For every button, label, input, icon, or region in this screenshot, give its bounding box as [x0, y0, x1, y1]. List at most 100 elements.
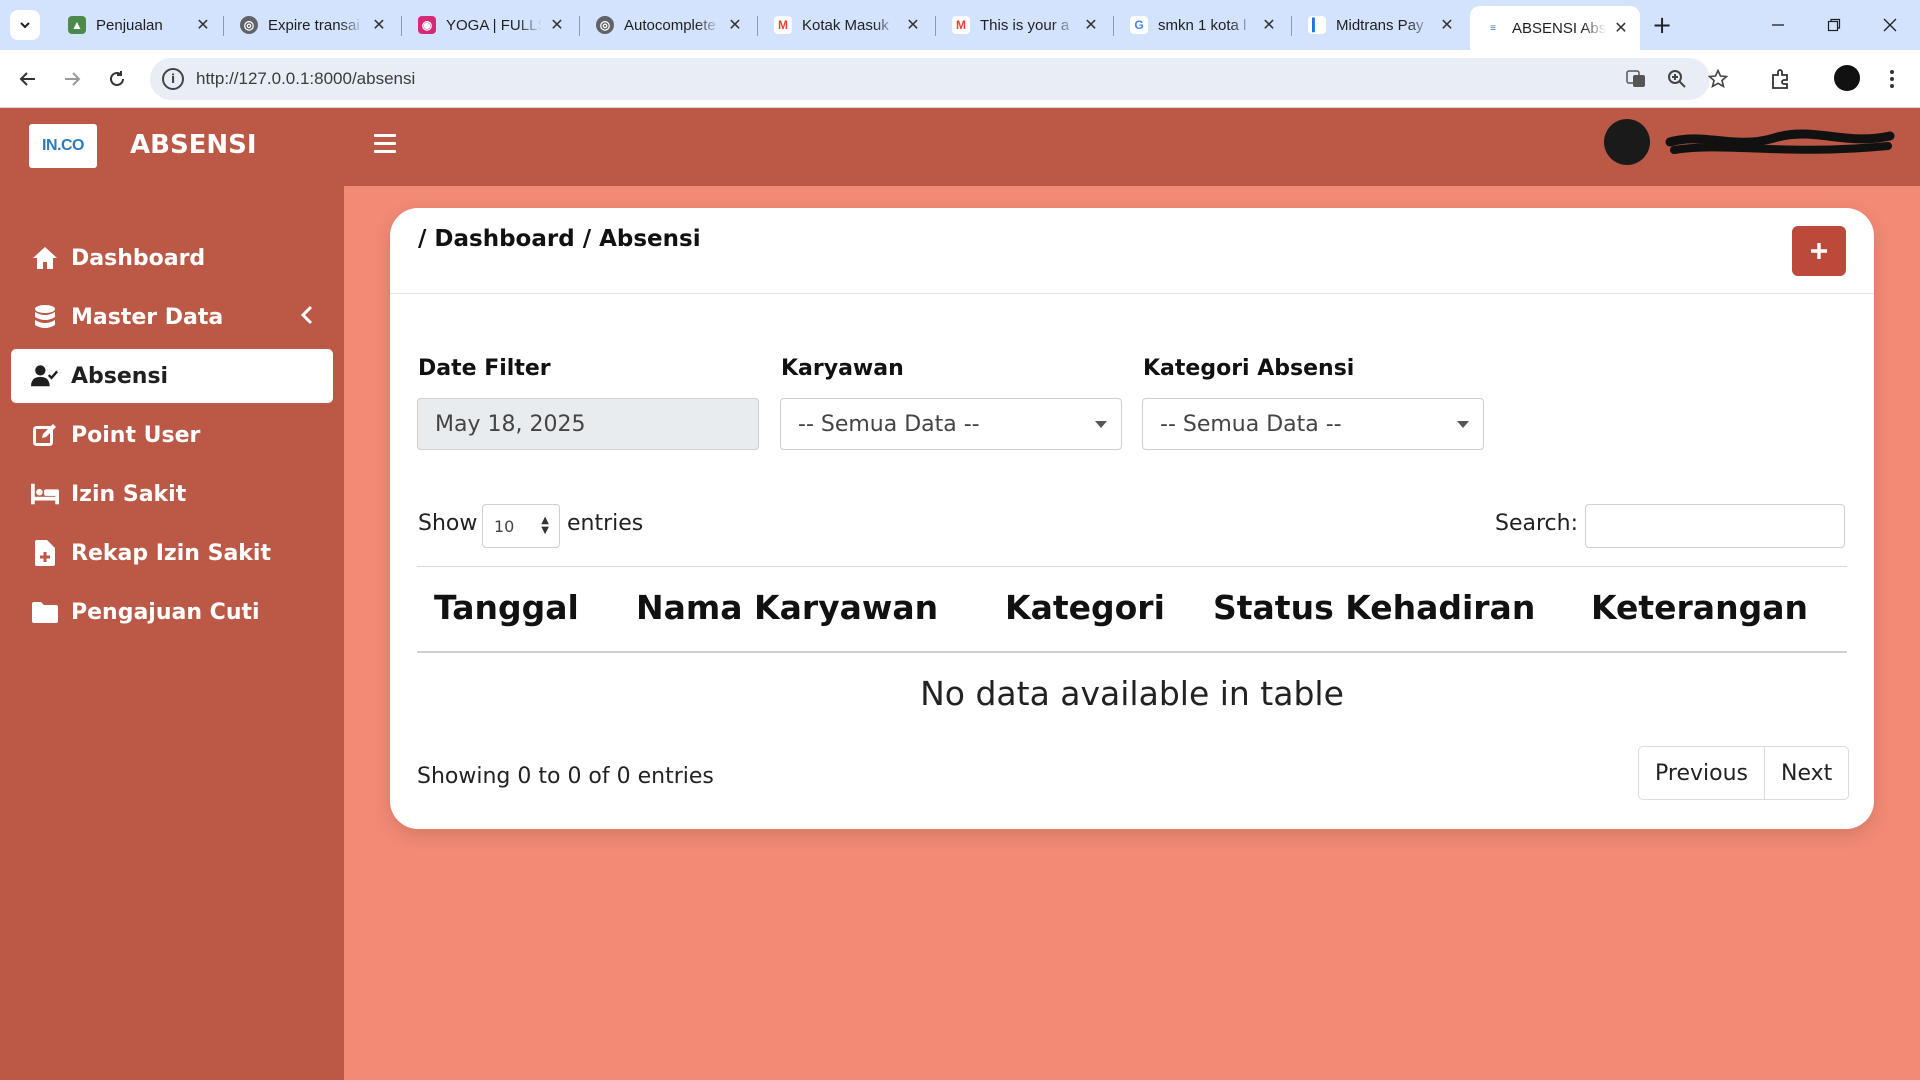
add-absensi-button[interactable]: [1792, 226, 1846, 276]
plus-icon: [1811, 243, 1827, 259]
sidebar-item-label: Point User: [71, 422, 201, 448]
show-label: Show: [418, 511, 478, 536]
next-page-button[interactable]: Next: [1763, 747, 1848, 799]
close-icon[interactable]: ✕: [1082, 15, 1100, 35]
close-window-button[interactable]: [1870, 8, 1910, 42]
browser-tab[interactable]: ▎ Midtrans Pay ✕: [1294, 6, 1466, 44]
hamburger-menu-icon[interactable]: [374, 134, 396, 156]
tab-title: Midtrans Pay: [1336, 16, 1424, 34]
user-avatar[interactable]: [1604, 119, 1650, 165]
close-icon[interactable]: ✕: [1438, 15, 1456, 35]
home-icon: [31, 244, 59, 272]
browser-tab[interactable]: M This is your a ✕: [938, 6, 1110, 44]
app-favicon-icon: ≡: [1484, 19, 1502, 37]
sidebar-item-master-data[interactable]: Master Data: [11, 290, 333, 344]
browser-tab[interactable]: ◎ Autocomplete ✕: [582, 6, 754, 44]
tab-separator: [935, 16, 936, 36]
bookmark-star-icon[interactable]: [1706, 67, 1730, 91]
arrow-left-icon: [19, 72, 35, 86]
sidebar: IN.CO ABSENSI Dashboard Master Data Abse…: [0, 108, 344, 1080]
browser-tab[interactable]: M Kotak Masuk ✕: [760, 6, 932, 44]
close-icon[interactable]: ✕: [548, 15, 566, 35]
sidebar-item-izin-sakit[interactable]: Izin Sakit: [11, 467, 333, 521]
globe-favicon-icon: ◎: [240, 16, 258, 34]
previous-page-button[interactable]: Previous: [1639, 747, 1764, 799]
karyawan-select[interactable]: -- Semua Data --: [780, 398, 1122, 450]
zoom-icon[interactable]: [1665, 67, 1689, 91]
edit-icon: [31, 421, 59, 449]
sidebar-item-dashboard[interactable]: Dashboard: [11, 231, 333, 285]
redacted-user-name[interactable]: [1664, 128, 1896, 158]
browser-tab[interactable]: ◎ Expire transai ✕: [226, 6, 398, 44]
browser-profile-avatar[interactable]: [1834, 65, 1860, 91]
browser-toolbar: i http://127.0.0.1:8000/absensi: [0, 50, 1920, 108]
breadcrumb-absensi: Absensi: [599, 226, 701, 252]
sidebar-item-point-user[interactable]: Point User: [11, 408, 333, 462]
url-text[interactable]: http://127.0.0.1:8000/absensi: [196, 69, 415, 89]
sidebar-item-label: Rekap Izin Sakit: [71, 540, 271, 566]
close-icon[interactable]: ✕: [1260, 15, 1278, 35]
sidebar-item-pengajuan-cuti[interactable]: Pengajuan Cuti: [11, 585, 333, 639]
gmail-favicon-icon: M: [774, 16, 792, 34]
kategori-select-value: -- Semua Data --: [1160, 411, 1342, 437]
column-header-kategori[interactable]: Kategori: [1005, 588, 1165, 627]
date-filter-label: Date Filter: [418, 356, 551, 381]
arrow-right-icon: [65, 72, 81, 86]
kategori-absensi-select[interactable]: -- Semua Data --: [1142, 398, 1484, 450]
breadcrumb-separator: /: [582, 226, 592, 252]
minimize-button[interactable]: [1758, 8, 1798, 42]
tab-separator: [1291, 16, 1292, 36]
browser-tab[interactable]: ▲ Penjualan ✕: [54, 6, 222, 44]
sidebar-item-label: Pengajuan Cuti: [71, 599, 260, 625]
table-top-border: [417, 566, 1847, 567]
restore-button[interactable]: [1814, 8, 1854, 42]
extensions-icon[interactable]: [1765, 63, 1797, 95]
column-header-status-kehadiran[interactable]: Status Kehadiran: [1213, 588, 1535, 627]
column-header-tanggal[interactable]: Tanggal: [434, 588, 579, 627]
browser-tab[interactable]: ◉ YOGA | FULLS ✕: [404, 6, 576, 44]
reload-button[interactable]: [101, 63, 133, 95]
close-icon[interactable]: ✕: [194, 15, 212, 35]
search-label: Search:: [1495, 511, 1578, 536]
minimize-icon: [1772, 24, 1784, 26]
browser-menu-icon[interactable]: [1876, 63, 1908, 95]
brand-logo: IN.CO: [29, 124, 97, 168]
search-input[interactable]: [1585, 504, 1845, 548]
column-header-nama-karyawan[interactable]: Nama Karyawan: [636, 588, 938, 627]
back-button[interactable]: [12, 63, 44, 95]
new-tab-button[interactable]: +: [1647, 10, 1677, 40]
tab-search-button[interactable]: [10, 10, 40, 40]
tab-separator: [757, 16, 758, 36]
brand[interactable]: IN.CO ABSENSI: [0, 108, 344, 186]
close-icon[interactable]: ✕: [370, 15, 388, 35]
sidebar-item-absensi[interactable]: Absensi: [11, 349, 333, 403]
close-icon[interactable]: ✕: [726, 15, 744, 35]
forward-button[interactable]: [56, 63, 88, 95]
tab-title: YOGA | FULLS: [446, 16, 542, 34]
translate-icon[interactable]: [1624, 67, 1648, 91]
tab-separator: [1113, 16, 1114, 36]
tab-title: Kotak Masuk: [802, 16, 889, 34]
entries-label: entries: [567, 511, 644, 536]
address-bar[interactable]: i http://127.0.0.1:8000/absensi: [150, 58, 1728, 100]
sidebar-item-rekap-izin-sakit[interactable]: Rekap Izin Sakit: [11, 526, 333, 580]
chevron-left-icon[interactable]: [300, 305, 313, 331]
site-info-icon[interactable]: i: [162, 68, 184, 90]
column-header-keterangan[interactable]: Keterangan: [1591, 588, 1808, 627]
breadcrumb-dashboard[interactable]: Dashboard: [434, 226, 574, 252]
karyawan-label: Karyawan: [781, 356, 904, 381]
tab-title: ABSENSI Abs: [1512, 19, 1606, 37]
google-favicon-icon: G: [1130, 16, 1148, 34]
close-icon[interactable]: ✕: [1612, 18, 1630, 38]
page-length-select[interactable]: 10 ▲ ▼: [482, 504, 560, 548]
date-filter-input[interactable]: May 18, 2025: [417, 398, 759, 450]
up-down-icon: ▲ ▼: [541, 515, 549, 536]
sidebar-item-label: Master Data: [71, 304, 224, 330]
browser-tab-active[interactable]: ≡ ABSENSI Abs ✕: [1470, 6, 1640, 50]
reload-icon: [110, 71, 124, 86]
close-icon[interactable]: ✕: [904, 15, 922, 35]
tab-title: smkn 1 kota l: [1158, 16, 1247, 34]
user-check-icon: [31, 362, 59, 390]
breadcrumb-separator: /: [418, 226, 427, 252]
browser-tab[interactable]: G smkn 1 kota l ✕: [1116, 6, 1288, 44]
